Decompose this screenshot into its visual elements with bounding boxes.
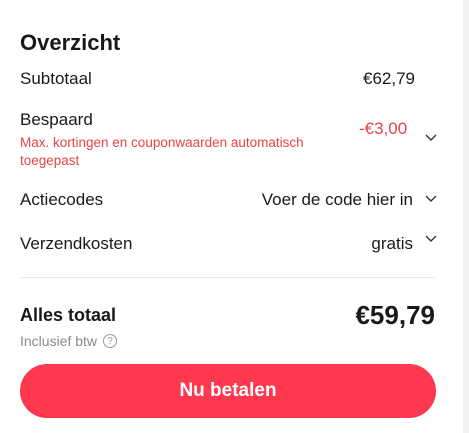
question-circle-icon[interactable]: ?	[103, 334, 118, 348]
promo-label: Actiecodes	[20, 190, 104, 209]
promo-code-row[interactable]: Actiecodes Voer de code hier in	[20, 190, 437, 210]
summary-title: Overzicht	[20, 30, 121, 55]
vat-note-wrap: Inclusief btw ?	[20, 333, 118, 349]
shipping-row[interactable]: Verzendkosten gratis	[20, 234, 437, 254]
saved-info: Bespaard Max. kortingen en couponwaarden…	[20, 110, 359, 170]
chevron-down-icon[interactable]	[425, 134, 437, 144]
chevron-down-icon[interactable]	[425, 195, 437, 205]
total-row: Alles totaal €59,79	[20, 300, 435, 331]
promo-value[interactable]: Voer de code hier in	[262, 190, 413, 210]
chevron-down-icon[interactable]	[425, 235, 437, 245]
subtotal-row: Subtotaal €62,79	[20, 69, 435, 89]
shipping-label: Verzendkosten	[20, 234, 133, 253]
saved-value: -€3,00	[359, 119, 408, 138]
total-value: €59,79	[355, 300, 435, 330]
saved-amount-wrap: -€3,00	[359, 118, 437, 144]
total-label: Alles totaal	[20, 305, 117, 325]
saved-note: Max. kortingen en couponwaarden automati…	[20, 135, 304, 168]
shipping-entry[interactable]: gratis	[371, 234, 437, 254]
saved-row[interactable]: Bespaard Max. kortingen en couponwaarden…	[20, 110, 437, 170]
pay-now-button[interactable]: Nu betalen	[20, 364, 436, 418]
subtotal-label: Subtotaal	[20, 69, 92, 88]
saved-label: Bespaard	[20, 110, 93, 129]
shipping-value: gratis	[371, 234, 413, 253]
promo-entry[interactable]: Voer de code hier in	[262, 190, 437, 210]
vat-note: Inclusief btw	[20, 333, 98, 349]
order-summary-panel: Overzicht Subtotaal €62,79 Bespaard Max.…	[0, 0, 463, 433]
subtotal-value: €62,79	[363, 69, 415, 88]
summary-divider	[20, 277, 435, 278]
